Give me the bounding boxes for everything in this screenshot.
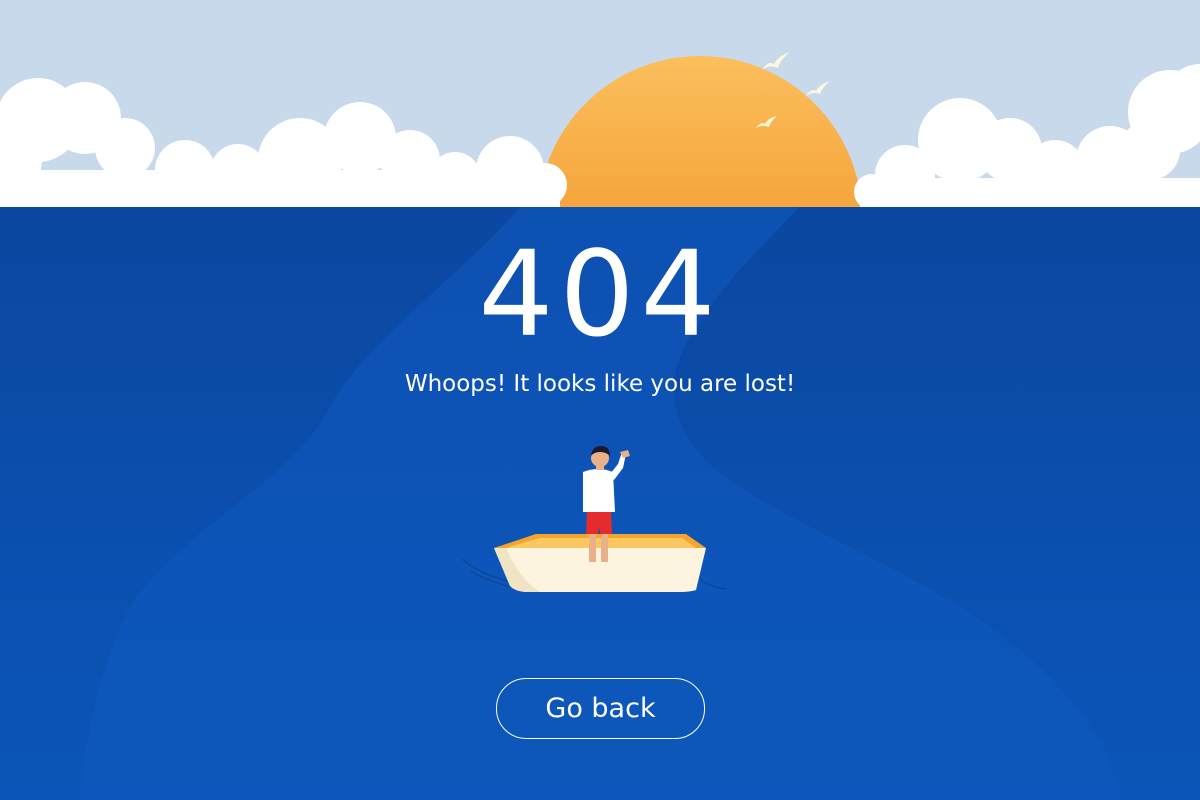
sky-illustration xyxy=(0,52,1200,207)
man-in-boat-illustration xyxy=(494,446,706,592)
cloud-left xyxy=(0,78,567,207)
sun xyxy=(538,56,862,207)
sky-background xyxy=(0,0,1200,207)
error-code: 404 xyxy=(478,225,722,363)
error-page: 404 Whoops! It looks like you are lost! xyxy=(0,0,1200,800)
error-message: Whoops! It looks like you are lost! xyxy=(404,371,796,397)
boat xyxy=(494,534,706,592)
go-back-button[interactable]: Go back xyxy=(496,678,705,739)
cloud-right xyxy=(854,64,1200,207)
